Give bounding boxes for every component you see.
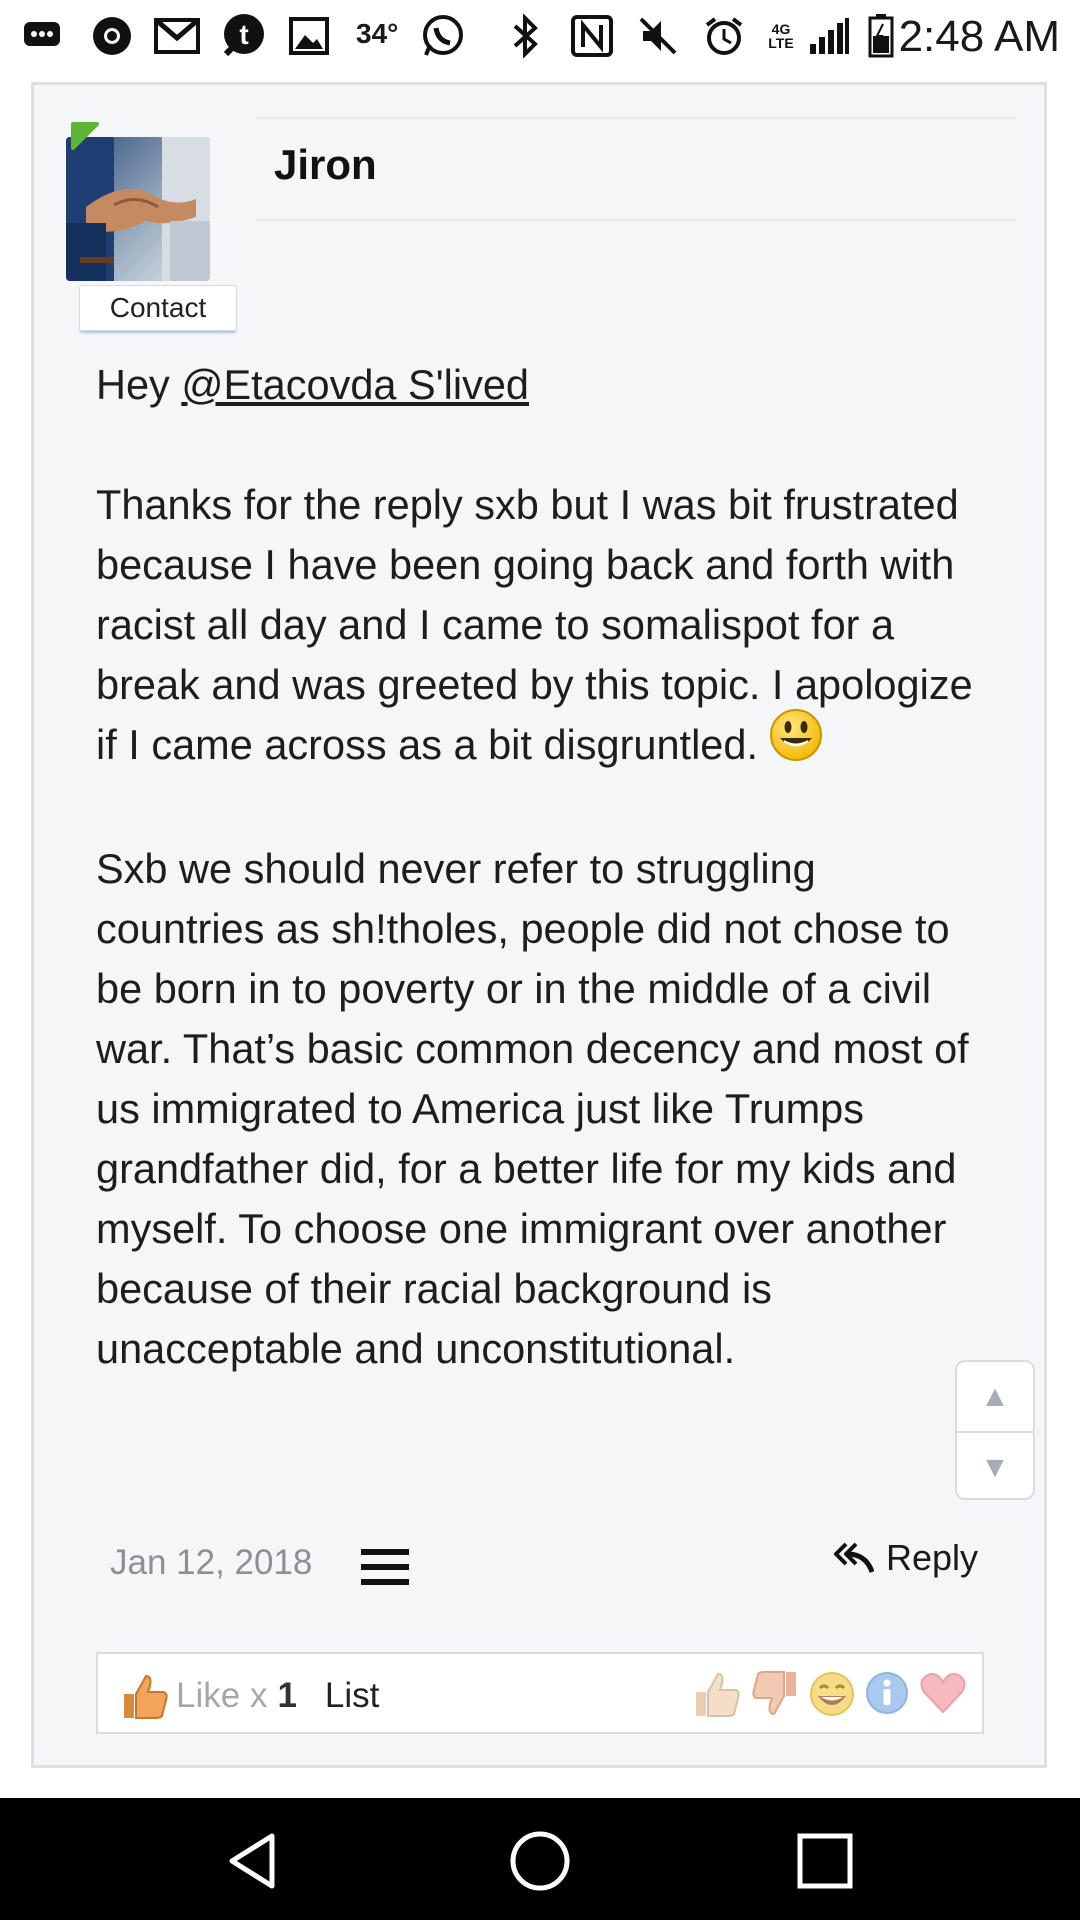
like-label[interactable]: Like x xyxy=(176,1676,267,1716)
contact-button[interactable]: Contact xyxy=(79,285,237,331)
bluetooth-icon xyxy=(506,14,546,58)
navigation-bar xyxy=(0,1798,1080,1920)
signal-icon xyxy=(806,14,852,58)
network-type-label: 4G LTE xyxy=(768,21,794,51)
temperature-label: 34° xyxy=(356,18,399,49)
scroll-control: ▲ ▼ xyxy=(955,1360,1035,1500)
alarm-icon xyxy=(702,14,746,58)
message-paragraph-2: Sxb we should never refer to struggling … xyxy=(96,845,969,1373)
tumblr-icon: t xyxy=(218,14,270,58)
gallery-icon xyxy=(288,14,330,58)
nfc-icon xyxy=(570,14,614,58)
clock: 2:48 AM xyxy=(898,12,1060,61)
post-date[interactable]: Jan 12, 2018 xyxy=(110,1543,312,1583)
avatar[interactable] xyxy=(66,137,210,281)
thumbs-up-icon xyxy=(124,1674,168,1719)
svg-text:t: t xyxy=(239,19,248,50)
back-icon[interactable] xyxy=(220,1826,290,1896)
likes-list-link[interactable]: List xyxy=(325,1676,379,1716)
forum-post: Contact Jiron Hey @Etacovda S'lived Than… xyxy=(31,82,1047,1768)
battery-icon xyxy=(866,14,896,58)
author-name[interactable]: Jiron xyxy=(274,141,377,189)
like-count: 1 xyxy=(277,1676,297,1715)
post-message: Hey @Etacovda S'lived Thanks for the rep… xyxy=(96,355,976,1439)
status-bar: t 34° 4G LTE 2:48 AM xyxy=(0,0,1080,72)
reactions-bar: Like x 1 List xyxy=(96,1652,984,1734)
greeting-line: Hey @Etacovda S'lived xyxy=(96,355,976,415)
gmail-icon xyxy=(152,14,202,58)
funny-reaction-icon[interactable] xyxy=(808,1670,856,1718)
message-paragraph-1: Thanks for the reply sxb but I was bit f… xyxy=(96,475,976,779)
reply-all-icon xyxy=(834,1542,874,1573)
reply-button[interactable]: Reply xyxy=(834,1537,978,1579)
whatsapp-icon xyxy=(418,14,468,58)
chrome-icon xyxy=(88,14,136,58)
mute-icon xyxy=(636,14,680,58)
scroll-down-button[interactable]: ▼ xyxy=(957,1433,1033,1502)
love-reaction-icon[interactable] xyxy=(918,1670,968,1716)
network-type-icon: 4G LTE xyxy=(764,14,798,58)
online-indicator xyxy=(71,122,99,150)
paragraph-1-text: Thanks for the reply sxb but I was bit f… xyxy=(96,481,973,768)
chat-icon xyxy=(20,14,64,58)
home-icon[interactable] xyxy=(505,1826,575,1896)
user-mention-link[interactable]: @Etacovda S'lived xyxy=(181,361,529,408)
like-summary: Like x 1 List xyxy=(120,1672,379,1720)
reply-label: Reply xyxy=(886,1537,979,1578)
dislike-reaction-icon[interactable] xyxy=(750,1670,800,1718)
informative-reaction-icon[interactable] xyxy=(864,1670,910,1716)
like-reaction-icon[interactable] xyxy=(692,1670,742,1718)
greeting-prefix: Hey xyxy=(96,361,182,408)
smiley-emoji-icon xyxy=(768,707,824,779)
recents-icon[interactable] xyxy=(790,1826,860,1896)
scroll-up-button[interactable]: ▲ xyxy=(957,1362,1033,1431)
author-header: Jiron xyxy=(256,117,1016,221)
hamburger-menu-icon[interactable] xyxy=(361,1547,411,1587)
reaction-options xyxy=(692,1670,968,1718)
